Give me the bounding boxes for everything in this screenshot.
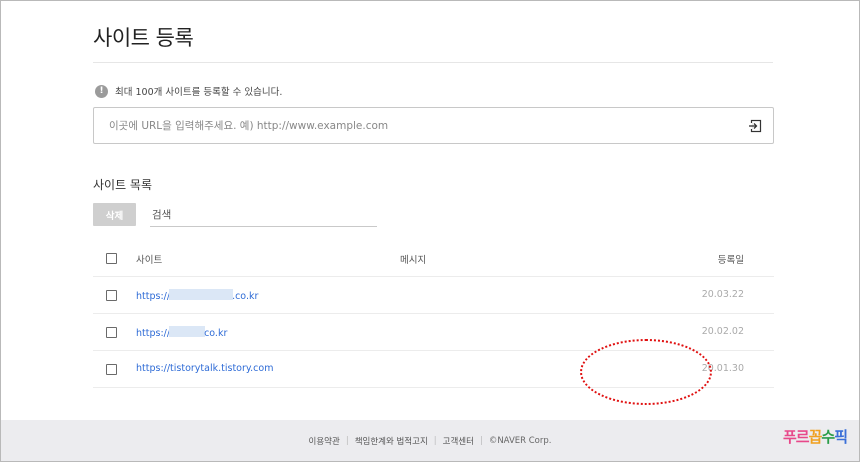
column-header-message: 메시지 bbox=[400, 255, 427, 266]
page-title: 사이트 등록 bbox=[93, 26, 194, 50]
site-url-prefix: https://tistorytalk.tistory.com bbox=[136, 363, 274, 374]
search-input[interactable] bbox=[150, 203, 377, 227]
site-url-prefix: https:// bbox=[136, 328, 171, 339]
footer-separator: | bbox=[345, 435, 349, 446]
table-row: https:// .co.kr 20.03.22 bbox=[93, 277, 774, 314]
site-url-suffix: .co.kr bbox=[232, 291, 259, 302]
site-url-prefix: https:// bbox=[136, 291, 171, 302]
column-header-site: 사이트 bbox=[136, 255, 163, 266]
site-url-suffix: co.kr bbox=[204, 328, 228, 339]
site-table: 사이트 메시지 등록일 https:// .co.kr 20.03.22 http… bbox=[93, 240, 774, 388]
footer: 이용약관 | 책임한계와 법적고지 | 고객센터 | ©NAVER Corp. … bbox=[1, 420, 859, 461]
submit-url-button[interactable] bbox=[737, 108, 773, 143]
site-date: 20.03.22 bbox=[701, 289, 744, 300]
site-date: 20.01.30 bbox=[701, 363, 744, 374]
info-icon: ! bbox=[95, 84, 108, 98]
site-list-title: 사이트 목록 bbox=[93, 178, 153, 192]
title-divider bbox=[93, 62, 773, 63]
table-row: https:// co.kr 20.02.02 bbox=[93, 314, 774, 351]
notice: ! 최대 100개 사이트를 등록할 수 있습니다. bbox=[95, 84, 282, 98]
footer-separator: | bbox=[479, 435, 483, 446]
row-checkbox[interactable] bbox=[106, 364, 117, 375]
enter-icon bbox=[748, 119, 762, 132]
footer-link-disclaimer[interactable]: 책임한계와 법적고지 bbox=[355, 435, 428, 447]
row-checkbox[interactable] bbox=[106, 327, 117, 338]
column-header-date: 등록일 bbox=[717, 255, 744, 266]
table-header: 사이트 메시지 등록일 bbox=[93, 240, 774, 277]
footer-link-support[interactable]: 고객센터 bbox=[443, 435, 474, 447]
site-url-link[interactable]: https:// co.kr bbox=[136, 326, 227, 339]
site-date: 20.02.02 bbox=[701, 326, 744, 337]
url-input-box bbox=[93, 107, 774, 144]
url-input[interactable] bbox=[94, 108, 737, 143]
window-frame bbox=[0, 0, 860, 462]
search-field bbox=[150, 203, 377, 227]
delete-button[interactable]: 삭제 bbox=[93, 203, 136, 226]
watermark-logo: 푸르꼽수픽 bbox=[782, 428, 848, 446]
footer-link-terms[interactable]: 이용약관 bbox=[309, 435, 340, 447]
redacted-mask bbox=[169, 326, 206, 337]
footer-links: 이용약관 | 책임한계와 법적고지 | 고객센터 | ©NAVER Corp. bbox=[1, 420, 859, 461]
row-checkbox[interactable] bbox=[106, 290, 117, 301]
site-url-link[interactable]: https://tistorytalk.tistory.com bbox=[136, 363, 273, 374]
notice-text: 최대 100개 사이트를 등록할 수 있습니다. bbox=[115, 87, 283, 98]
site-url-link[interactable]: https:// .co.kr bbox=[136, 289, 258, 302]
copyright: ©NAVER Corp. bbox=[488, 435, 552, 446]
table-row: https://tistorytalk.tistory.com 20.01.30 bbox=[93, 351, 774, 388]
footer-separator: | bbox=[433, 435, 437, 446]
select-all-checkbox[interactable] bbox=[106, 253, 117, 264]
redacted-mask bbox=[169, 289, 234, 300]
